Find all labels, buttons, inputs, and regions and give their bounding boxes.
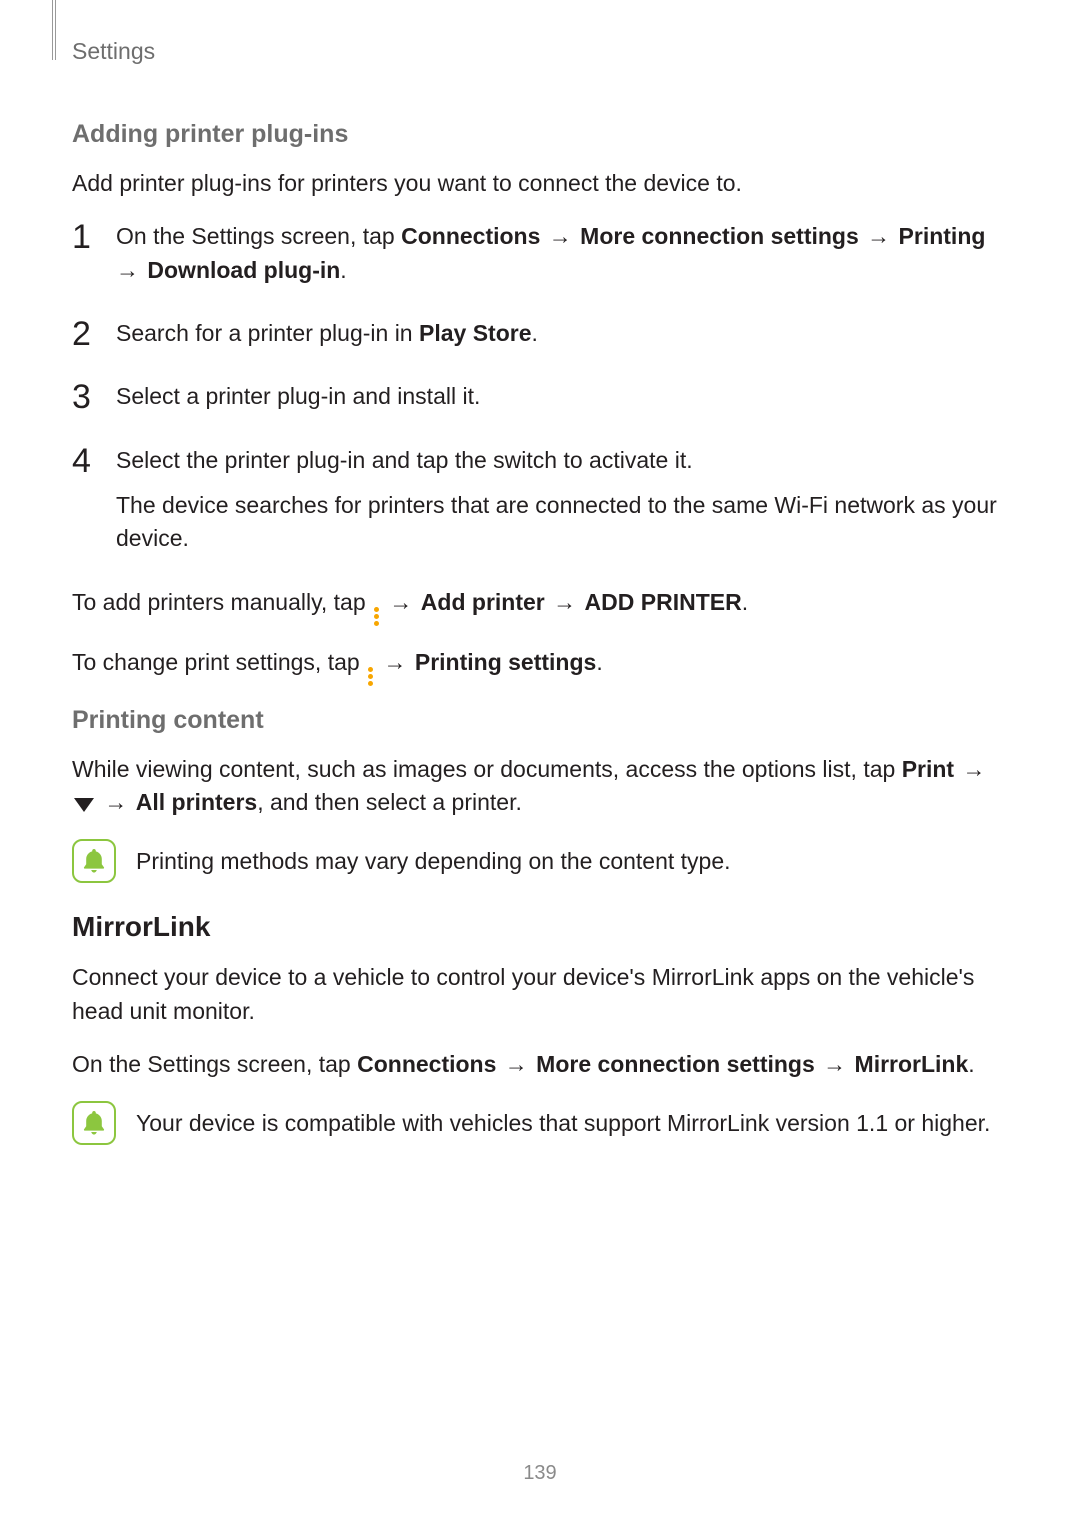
add-manually-text: To add printers manually, tap → Add prin… xyxy=(72,586,1008,626)
all-printers-label: All printers xyxy=(136,789,257,815)
note-text: Printing methods may vary depending on t… xyxy=(136,839,731,878)
step-2: 2 Search for a printer plug-in in Play S… xyxy=(72,317,1008,362)
text: While viewing content, such as images or… xyxy=(72,756,902,782)
page-body: Adding printer plug-ins Add printer plug… xyxy=(72,120,1008,1145)
text: , and then select a printer. xyxy=(257,789,522,815)
more-options-icon xyxy=(368,667,373,686)
add-printer-caps: ADD PRINTER xyxy=(585,589,742,615)
add-printer-label: Add printer xyxy=(421,589,545,615)
arrow: → xyxy=(545,589,585,615)
text: On the Settings screen, tap xyxy=(72,1051,357,1077)
manual-page: Settings Adding printer plug-ins Add pri… xyxy=(0,0,1080,1527)
arrow: → xyxy=(381,589,421,615)
step-text: Select the printer plug-in and tap the s… xyxy=(116,444,1008,568)
period: . xyxy=(340,257,346,283)
text: On the Settings screen, tap xyxy=(116,223,401,249)
arrow: → xyxy=(540,223,580,249)
text: The device searches for printers that ar… xyxy=(116,489,1008,556)
note-block: Your device is compatible with vehicles … xyxy=(72,1101,1008,1145)
arrow: → xyxy=(496,1051,536,1077)
heading-mirrorlink: MirrorLink xyxy=(72,911,1008,943)
header-rule xyxy=(52,0,56,60)
path-download-plugin: Download plug-in xyxy=(147,257,340,283)
note-block: Printing methods may vary depending on t… xyxy=(72,839,1008,883)
printing-content-text: While viewing content, such as images or… xyxy=(72,753,1008,820)
heading-adding-printer-plugins: Adding printer plug-ins xyxy=(72,120,1008,149)
step-3: 3 Select a printer plug-in and install i… xyxy=(72,380,1008,425)
period: . xyxy=(968,1051,974,1077)
step-number: 2 xyxy=(72,317,94,362)
arrow: → xyxy=(96,789,136,815)
heading-printing-content: Printing content xyxy=(72,706,1008,735)
mirrorlink-intro: Connect your device to a vehicle to cont… xyxy=(72,961,1008,1028)
period: . xyxy=(596,649,602,675)
path-connections: Connections xyxy=(357,1051,496,1077)
note-bell-icon xyxy=(72,1101,116,1145)
period: . xyxy=(742,589,748,615)
steps-list: 1 On the Settings screen, tap Connection… xyxy=(72,220,1008,567)
path-mirrorlink: MirrorLink xyxy=(855,1051,969,1077)
step-4: 4 Select the printer plug-in and tap the… xyxy=(72,444,1008,568)
path-connections: Connections xyxy=(401,223,540,249)
intro-text: Add printer plug-ins for printers you wa… xyxy=(72,167,1008,200)
step-1: 1 On the Settings screen, tap Connection… xyxy=(72,220,1008,299)
note-text: Your device is compatible with vehicles … xyxy=(136,1101,990,1140)
text: To change print settings, tap xyxy=(72,649,366,675)
path-more-conn: More connection settings xyxy=(536,1051,815,1077)
page-number: 139 xyxy=(0,1462,1080,1485)
change-settings-text: To change print settings, tap → Printing… xyxy=(72,646,1008,686)
mirrorlink-path: On the Settings screen, tap Connections … xyxy=(72,1048,1008,1081)
step-number: 4 xyxy=(72,444,94,568)
printing-settings-label: Printing settings xyxy=(415,649,596,675)
dropdown-triangle-icon xyxy=(74,798,94,812)
step-text: On the Settings screen, tap Connections … xyxy=(116,220,1008,299)
step-number: 3 xyxy=(72,380,94,425)
step-text: Search for a printer plug-in in Play Sto… xyxy=(116,317,538,362)
arrow: → xyxy=(815,1051,855,1077)
note-bell-icon xyxy=(72,839,116,883)
step-text: Select a printer plug-in and install it. xyxy=(116,380,480,425)
text: To add printers manually, tap xyxy=(72,589,372,615)
period: . xyxy=(532,320,538,346)
more-options-icon xyxy=(374,607,379,626)
text: Select a printer plug-in and install it. xyxy=(116,380,480,413)
path-more-conn: More connection settings xyxy=(580,223,859,249)
step-number: 1 xyxy=(72,220,94,299)
text: Search for a printer plug-in in xyxy=(116,320,419,346)
print-label: Print xyxy=(902,756,954,782)
text: Select the printer plug-in and tap the s… xyxy=(116,444,1008,477)
arrow: → xyxy=(859,223,899,249)
section-header: Settings xyxy=(72,38,155,65)
play-store: Play Store xyxy=(419,320,532,346)
path-printing: Printing xyxy=(899,223,986,249)
arrow: → xyxy=(954,756,987,782)
arrow: → xyxy=(375,649,415,675)
